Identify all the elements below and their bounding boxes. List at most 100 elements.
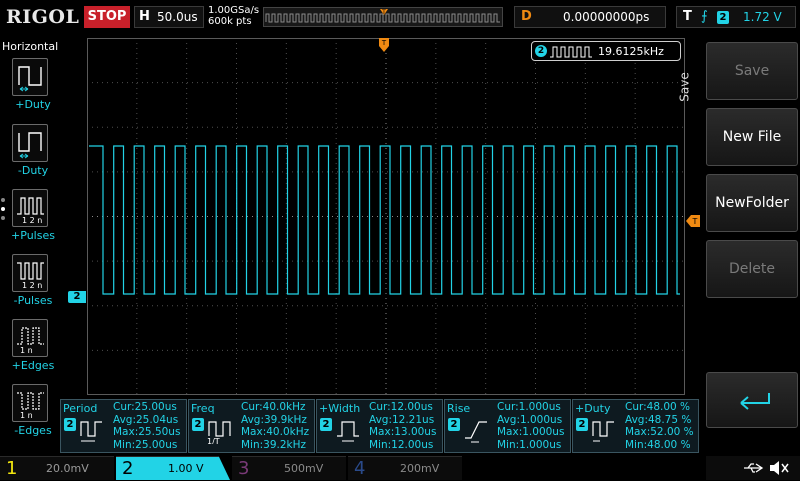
waveform-display[interactable] [87,38,685,395]
menu-item-label: -Edges [14,424,52,437]
menu-item-negative-edges[interactable]: 1 n -Edges [8,384,58,448]
save-button[interactable]: Save [706,42,798,100]
measurement-channel-badge: 2 [576,418,588,431]
period-icon [80,421,102,442]
channel-scale: 20.0mV [46,462,89,475]
channel-scale: 1.00 V [168,462,204,475]
enter-button[interactable] [706,372,798,428]
horizontal-scale-box[interactable]: H 50.0us [134,6,204,28]
trigger-channel-badge: 2 [717,11,729,24]
measurement-name: Period [63,402,98,415]
positive-edges-icon: 1 n [12,319,48,357]
measurement-values: Cur:40.0kHz Avg:39.9kHz Max:40.0kHz Min:39.… [241,401,310,451]
measurement-values: Cur:12.00us Avg:12.21us Max:13.00us Min:12.… [369,401,437,451]
horizontal-scale-value: 50.0us [157,10,198,24]
menu-item-positive-pulses[interactable]: 1 2 n +Pulses [8,189,58,253]
menu-item-negative-pulses[interactable]: 1 2 n -Pulses [8,254,58,318]
measurement-values: Cur:1.000us Avg:1.000us Max:1.000us Min:1.0… [497,401,565,451]
menu-item-negative-duty[interactable]: -Duty [8,124,58,188]
positive-pulses-icon: 1 2 n [12,189,48,227]
top-status-bar: RIGOL STOP H 50.0us 1.00GSa/s 600k pts T… [0,0,800,36]
delay-value: 0.00000000ps [563,10,650,24]
measurement-name: +Width [319,402,361,415]
measurement-frequency[interactable]: Freq 2 1/T Cur:40.0kHz Avg:39.9kHz Max:40.… [188,399,315,453]
svg-text:1 n: 1 n [20,346,33,355]
enter-arrow-icon [740,393,770,410]
menu-item-label: +Edges [11,359,55,372]
trigger-level-marker[interactable]: T [686,212,700,227]
channel-4-tab[interactable]: 4 200mV [348,456,462,480]
measurement-channel-badge: 2 [192,418,204,431]
measurement-channel-badge: 2 [64,418,76,431]
measurement-name: Freq [191,402,215,415]
measurement-positive-width[interactable]: +Width 2 Cur:12.00us Avg:12.21us Max:13.00… [316,399,443,453]
channel-1-tab[interactable]: 1 20.0mV [0,456,114,480]
rise-time-icon [465,421,487,443]
menu-item-label: -Pulses [13,294,53,307]
frequency-counter: 2 19.6125kHz [531,41,681,61]
speaker-muted-icon [770,461,789,475]
usb-icon [744,463,764,473]
frequency-icon: 1/T [207,421,231,444]
brand-logo: RIGOL [6,6,80,28]
menu-item-label: +Pulses [11,229,55,242]
measurement-rise-time[interactable]: Rise 2 Cur:1.000us Avg:1.000us Max:1.000us… [444,399,571,453]
run-stop-button[interactable]: STOP [84,6,130,28]
left-menu-page-indicator [0,194,6,224]
measurement-positive-duty[interactable]: +Duty 2 Cur:48.00 % Avg:48.75 % Max:52.00 … [572,399,699,453]
new-file-button[interactable]: New File [706,108,798,166]
delete-button[interactable]: Delete [706,240,798,298]
new-file-button-label: New File [722,129,782,145]
measurement-name: +Duty [575,402,611,415]
svg-text:1 n: 1 n [20,411,33,420]
new-folder-button[interactable]: NewFolder [706,174,798,232]
channel-2-tab[interactable]: 2 1.00 V [116,456,230,480]
horizontal-label: H [139,9,150,24]
channel-3-tab[interactable]: 3 500mV [232,456,346,480]
trigger-label: T [683,9,692,24]
channel-number: 3 [238,458,250,479]
delay-label: D [521,9,532,24]
acquisition-info: 1.00GSa/s 600k pts [208,5,259,27]
trigger-level-value: 1.72 V [743,10,782,24]
menu-item-label: +Duty [15,98,51,111]
delay-box[interactable]: D 0.00000000ps [514,6,666,28]
square-wave-icon [550,46,592,58]
menu-item-positive-duty[interactable]: +Duty [8,58,58,122]
measurement-channel-badge: 2 [448,418,460,431]
channel-number: 2 [122,458,134,479]
measurement-name: Rise [447,402,471,415]
positive-duty-icon [12,58,48,96]
new-folder-button-label: NewFolder [715,195,789,211]
positive-width-icon [337,421,359,442]
svg-text:1 2 n: 1 2 n [22,216,42,225]
negative-duty-icon [12,124,48,162]
counter-frequency-value: 19.6125kHz [598,45,664,58]
positive-duty-icon [592,421,614,442]
svg-text:T: T [692,217,698,226]
left-menu-title: Horizontal [2,40,59,53]
channel-number: 4 [354,458,366,479]
memory-depth: 600k pts [208,16,252,27]
channel-2-offset-marker[interactable]: 2 [68,291,86,303]
menu-item-label: -Duty [17,164,49,177]
measurement-period[interactable]: Period 2 Cur:25.00us Avg:25.04us Max:25.50… [60,399,187,453]
trigger-position-marker[interactable]: T [378,38,390,54]
negative-edges-icon: 1 n [12,384,48,422]
delete-button-label: Delete [729,261,775,277]
svg-text:1/T: 1/T [207,437,220,444]
channel-scale: 500mV [284,462,324,475]
sample-rate: 1.00GSa/s [208,5,260,16]
right-menu-title: Save [677,72,692,102]
svg-text:1 2 n: 1 2 n [22,281,42,290]
counter-channel-badge: 2 [535,45,547,57]
measurement-values: Cur:48.00 % Avg:48.75 % Max:52.00 % Min:48.… [625,401,694,451]
save-button-label: Save [734,63,770,79]
rising-edge-icon: ⨍ [701,9,708,24]
memory-position-strip[interactable]: T [263,7,503,27]
svg-text:T: T [381,9,386,16]
trigger-box[interactable]: T ⨍ 2 1.72 V [676,6,796,28]
negative-pulses-icon: 1 2 n [12,254,48,292]
menu-item-positive-edges[interactable]: 1 n +Edges [8,319,58,383]
status-icons [706,456,800,480]
